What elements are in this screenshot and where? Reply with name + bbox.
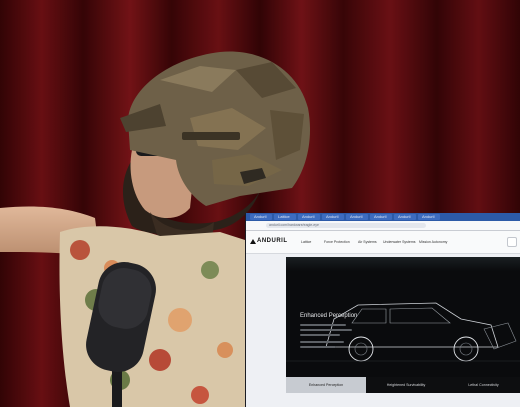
site-navigation: ANDURIL Lattice Force Protection Air Sys… xyxy=(246,231,520,254)
tab-lethal-connectivity[interactable]: Lethal Connectivity xyxy=(446,377,520,393)
browser-tab[interactable]: Anduril xyxy=(298,214,320,220)
browser-tab[interactable]: Lattice xyxy=(274,214,296,220)
hero-title: Enhanced Perception xyxy=(300,313,358,319)
nav-item-lattice[interactable]: Lattice xyxy=(301,240,311,245)
url-field[interactable]: anduril.com/hardware/eagle-eye xyxy=(266,223,426,228)
hero-image: Enhanced Perception xyxy=(286,257,520,377)
search-icon[interactable] xyxy=(507,237,517,247)
nav-item-underwater-systems[interactable]: Underwater Systems xyxy=(383,240,415,245)
browser-tab[interactable]: Anduril xyxy=(418,214,440,220)
nav-item-mission-autonomy[interactable]: Mission Autonomy xyxy=(419,240,447,245)
site-logo[interactable]: ANDURIL xyxy=(257,238,288,244)
browser-tab[interactable]: Anduril xyxy=(394,214,416,220)
nav-item-force-protection[interactable]: Force Protection xyxy=(324,240,350,245)
feature-tabs: Enhanced Perception Heightened Survivabi… xyxy=(286,377,520,393)
browser-tab[interactable]: Anduril xyxy=(370,214,392,220)
monitor-screen: Anduril Lattice Anduril Anduril Anduril … xyxy=(245,213,520,407)
nav-item-air-systems[interactable]: Air Systems xyxy=(358,240,377,245)
address-bar: anduril.com/hardware/eagle-eye xyxy=(246,221,520,236)
tab-enhanced-perception[interactable]: Enhanced Perception xyxy=(286,377,366,393)
anduril-logo-icon xyxy=(250,239,256,244)
browser-tab[interactable]: Anduril xyxy=(346,214,368,220)
browser-tab[interactable]: Anduril xyxy=(250,214,272,220)
browser-tab-bar: Anduril Lattice Anduril Anduril Anduril … xyxy=(246,213,520,221)
browser-tab[interactable]: Anduril xyxy=(322,214,344,220)
tab-heightened-survivability[interactable]: Heightened Survivability xyxy=(366,377,446,393)
